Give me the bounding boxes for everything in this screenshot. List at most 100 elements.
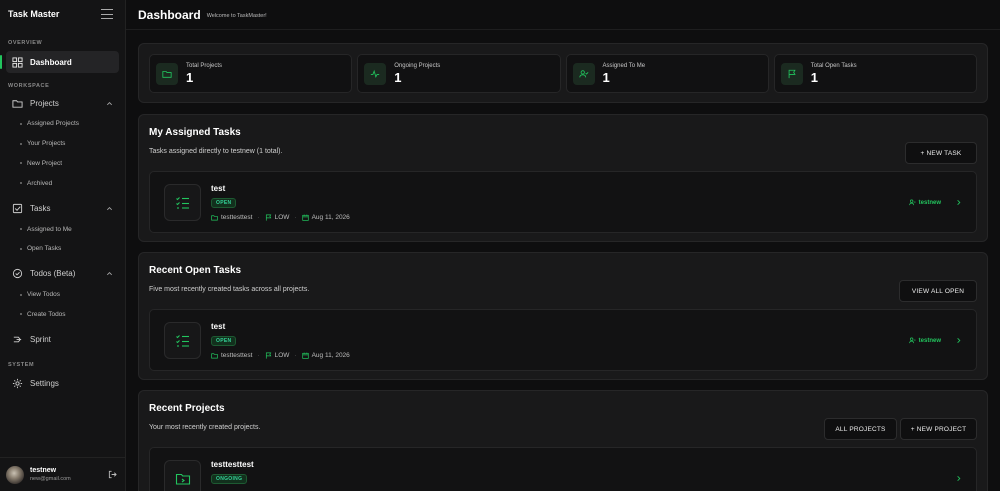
user-icon — [908, 199, 916, 206]
assigned-tasks-panel: My Assigned Tasks Tasks assigned directl… — [138, 114, 988, 242]
sidebar-item-label: Projects — [30, 98, 59, 108]
sidebar-item-settings[interactable]: Settings — [6, 372, 119, 394]
task-date: Aug 11, 2026 — [311, 214, 350, 221]
page-subtitle: Welcome to TaskMaster! — [206, 12, 267, 19]
stat-label: Total Projects — [186, 62, 223, 69]
check-circle-icon — [12, 268, 23, 279]
task-priority: LOW — [274, 214, 290, 221]
project-row[interactable]: testtesttest ONGOING — [149, 447, 977, 491]
recent-projects-panel: Recent Projects Your most recently creat… — [138, 390, 988, 491]
sidebar-subitem-create-todos[interactable]: Create Todos — [0, 305, 125, 325]
stat-label: Assigned To Me — [602, 62, 646, 69]
section-description: Five most recently created tasks across … — [149, 286, 310, 293]
sprint-icon — [12, 334, 23, 345]
stat-card-total-projects[interactable]: Total Projects 1 — [149, 54, 353, 93]
chevron-right-icon[interactable] — [955, 475, 962, 482]
sidebar-subitem-archived[interactable]: Archived — [0, 173, 125, 193]
app-title: Task Master — [8, 9, 60, 19]
folder-icon — [211, 353, 218, 359]
sidebar: Task Master OVERVIEW Dashboard WORKSPACE… — [0, 0, 126, 491]
flag-icon — [265, 214, 271, 221]
sidebar-item-projects[interactable]: Projects — [6, 92, 119, 114]
folder-icon — [156, 62, 178, 85]
stat-label: Ongoing Projects — [394, 62, 441, 69]
task-project: testtesttest — [221, 352, 253, 359]
main-content: Dashboard Welcome to TaskMaster! Total P… — [126, 0, 1000, 491]
user-email: new@gmail.com — [30, 476, 71, 482]
stat-label: Total Open Tasks — [810, 62, 857, 69]
user-icon — [908, 337, 916, 344]
avatar — [6, 465, 24, 484]
task-date: Aug 11, 2026 — [311, 352, 350, 359]
section-title: My Assigned Tasks — [149, 127, 241, 138]
project-name: testtesttest — [211, 460, 254, 469]
user-check-icon — [572, 62, 595, 85]
section-title: Recent Projects — [149, 403, 225, 414]
calendar-icon — [301, 352, 309, 359]
page-title: Dashboard — [138, 7, 201, 22]
checkbox-icon — [12, 203, 23, 214]
new-project-button[interactable]: + NEW PROJECT — [900, 418, 977, 440]
stat-value: 1 — [394, 69, 402, 85]
stat-value: 1 — [810, 69, 818, 85]
logout-icon[interactable] — [108, 470, 117, 479]
recent-open-tasks-panel: Recent Open Tasks Five most recently cre… — [138, 252, 988, 380]
task-project: testtesttest — [221, 214, 253, 221]
folder-icon — [12, 98, 23, 109]
status-badge: OPEN — [211, 336, 237, 346]
section-title: Recent Open Tasks — [149, 265, 242, 276]
chevron-up-icon[interactable] — [106, 100, 113, 107]
stats-panel: Total Projects 1 Ongoing Projects 1 Assi… — [138, 43, 988, 103]
calendar-icon — [301, 214, 309, 221]
chevron-right-icon[interactable] — [955, 337, 962, 344]
sidebar-item-tasks[interactable]: Tasks — [6, 197, 119, 219]
sidebar-subitem-view-todos[interactable]: View Todos — [0, 285, 125, 305]
user-name: testnew — [30, 467, 57, 474]
sidebar-subitem-assigned-to-me[interactable]: Assigned to Me — [0, 219, 125, 239]
task-meta: testtesttest · LOW · Aug 11, 2026 — [211, 352, 350, 359]
task-row[interactable]: test OPEN testtesttest · LOW · Aug 11, 2… — [149, 171, 977, 233]
sidebar-item-dashboard[interactable]: Dashboard — [0, 51, 119, 73]
sidebar-subitem-assigned-projects[interactable]: Assigned Projects — [0, 114, 125, 134]
stat-card-assigned-to-me[interactable]: Assigned To Me 1 — [565, 54, 769, 93]
sidebar-subitem-new-project[interactable]: New Project — [0, 154, 125, 174]
sidebar-item-label: Tasks — [30, 203, 51, 213]
activity-icon — [364, 62, 387, 85]
menu-toggle-icon[interactable] — [101, 9, 113, 19]
task-name: test — [211, 184, 226, 193]
chevron-right-icon[interactable] — [955, 199, 962, 206]
sidebar-item-sprint[interactable]: Sprint — [6, 328, 119, 350]
grid-icon — [12, 56, 23, 68]
stat-card-total-open-tasks[interactable]: Total Open Tasks 1 — [773, 54, 977, 93]
sidebar-subitem-open-tasks[interactable]: Open Tasks — [0, 239, 125, 259]
sidebar-subitem-your-projects[interactable]: Your Projects — [0, 134, 125, 154]
task-name: test — [211, 322, 226, 331]
chevron-up-icon[interactable] — [106, 270, 113, 277]
new-task-button[interactable]: + NEW TASK — [905, 142, 977, 164]
assignee: testnew — [908, 337, 941, 344]
stat-value: 1 — [186, 69, 194, 85]
folder-icon — [211, 215, 218, 221]
view-all-open-button[interactable]: VIEW ALL OPEN — [899, 280, 977, 302]
task-list-icon — [164, 184, 201, 221]
stat-card-ongoing-projects[interactable]: Ongoing Projects 1 — [357, 54, 561, 93]
chevron-up-icon[interactable] — [106, 205, 113, 212]
stat-value: 1 — [602, 69, 610, 85]
status-badge: ONGOING — [211, 474, 248, 484]
sidebar-item-label: Settings — [30, 378, 59, 388]
task-row[interactable]: test OPEN testtesttest · LOW · Aug 11, 2… — [149, 309, 977, 371]
sidebar-item-todos[interactable]: Todos (Beta) — [6, 263, 119, 285]
sidebar-item-label: Dashboard — [30, 57, 72, 67]
topbar: Dashboard Welcome to TaskMaster! — [126, 0, 1000, 30]
user-profile[interactable]: testnew new@gmail.com — [0, 457, 125, 491]
task-list-icon — [164, 322, 201, 359]
section-description: Tasks assigned directly to testnew (1 to… — [149, 148, 283, 155]
sidebar-item-label: Sprint — [30, 334, 51, 344]
all-projects-button[interactable]: ALL PROJECTS — [824, 418, 897, 440]
task-meta: testtesttest · LOW · Aug 11, 2026 — [211, 214, 350, 221]
task-priority: LOW — [274, 352, 290, 359]
gear-icon — [12, 378, 23, 389]
flag-icon — [265, 352, 271, 359]
section-description: Your most recently created projects. — [149, 424, 261, 431]
sidebar-item-label: Todos (Beta) — [30, 269, 76, 279]
